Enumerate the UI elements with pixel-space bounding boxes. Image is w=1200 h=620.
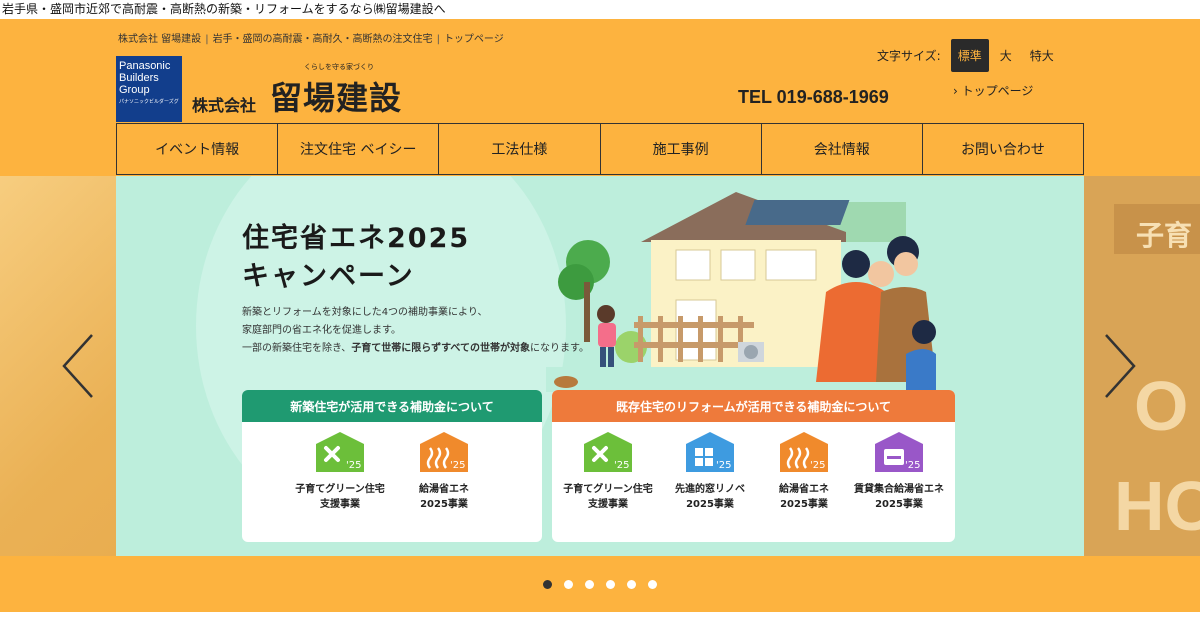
slider-dot-4[interactable] — [606, 580, 615, 589]
chevron-left-icon — [62, 334, 93, 398]
preview-text: O — [1134, 367, 1189, 445]
hot-water-house-icon: '25 — [780, 432, 828, 472]
description-line2: 家庭部門の省エネ化を促進します。 — [242, 325, 401, 336]
program-kosodate-green[interactable]: '25 子育てグリーン住宅 支援事業 — [294, 432, 386, 512]
font-size-standard-button[interactable]: 標準 — [950, 39, 989, 72]
slider-dot-1[interactable] — [543, 580, 552, 589]
company-tagline: くらしを守る家づくり — [304, 63, 374, 71]
site-tagline: 岩手県・盛岡市近郊で高耐震・高断熱の新築・リフォームをするなら㈱留場建設へ — [0, 0, 1200, 19]
program-caption-line1: 子育てグリーン住宅 — [295, 484, 385, 495]
phone-number[interactable]: TEL 019-688-1969 — [738, 87, 889, 108]
window-house-icon: '25 — [686, 432, 734, 472]
program-caption: 給湯省エネ 2025事業 — [398, 482, 490, 512]
program-kyuto-shoene[interactable]: '25 給湯省エネ 2025事業 — [398, 432, 490, 512]
top-page-link[interactable]: › トップページ — [953, 82, 1033, 99]
breadcrumb-item-company[interactable]: 株式会社 留場建設 — [118, 34, 201, 45]
program-chintai-kyuto[interactable]: '25 賃貸集合給湯省エネ 2025事業 — [853, 432, 945, 512]
breadcrumb-separator: | — [205, 34, 209, 45]
hot-water-house-icon: '25 — [420, 432, 468, 472]
program-caption-line1: 先進的窓リノベ — [675, 484, 745, 495]
reform-subsidy-card[interactable]: 既存住宅のリフォームが活用できる補助金について '25 子育てグリーン住宅 支援… — [552, 390, 955, 542]
slider-dot-3[interactable] — [585, 580, 594, 589]
company-prefix: 株式会社 — [192, 96, 257, 115]
preview-text: 子育 — [1136, 219, 1193, 252]
description-line3-bold: 子育て世帯に限らずすべての世帯が対象 — [351, 343, 531, 354]
logo-line: Group — [119, 84, 150, 96]
chevron-right-small-icon: › — [953, 84, 958, 98]
program-caption-line2: 支援事業 — [320, 499, 360, 510]
program-senshinteki-mado[interactable]: '25 先進的窓リノベ 2025事業 — [664, 432, 756, 512]
rental-unit-house-icon: '25 — [875, 432, 923, 472]
program-caption: 子育てグリーン住宅 支援事業 — [294, 482, 386, 512]
program-caption-line1: 賃貸集合給湯省エネ — [854, 484, 944, 495]
next-slide-button[interactable] — [1100, 331, 1140, 401]
panasonic-builders-logo[interactable]: Panasonic Builders Group パナソニックビルダーズグループ — [116, 56, 182, 122]
program-caption-line1: 給湯省エネ — [419, 484, 469, 495]
slider-dot-2[interactable] — [564, 580, 573, 589]
font-size-label: 文字サイズ: — [877, 49, 941, 63]
house-family-illustration — [546, 192, 936, 392]
font-size-xlarge-button[interactable]: 特大 — [1023, 39, 1061, 72]
nav-item-custom-homes[interactable]: 注文住宅 ベイシー — [278, 124, 440, 174]
campaign-slide[interactable]: 住宅省エネ2025 キャンペーン 新築とリフォームを対象にした4つの補助事業によ… — [116, 176, 1084, 556]
logo-line: Builders — [119, 72, 159, 84]
slider-dot-5[interactable] — [627, 580, 636, 589]
program-year: '25 — [450, 460, 465, 471]
breadcrumb-item-top[interactable]: トップページ — [444, 34, 504, 45]
crossed-leaves-house-icon: '25 — [316, 432, 364, 472]
program-kyuto-shoene[interactable]: '25 給湯省エネ 2025事業 — [758, 432, 850, 512]
program-caption: 子育てグリーン住宅 支援事業 — [562, 482, 654, 512]
preview-text: HO — [1114, 467, 1200, 545]
program-caption-line1: 子育てグリーン住宅 — [563, 484, 653, 495]
nav-item-contact[interactable]: お問い合わせ — [923, 124, 1083, 174]
program-caption-line2: 2025事業 — [780, 499, 828, 510]
program-kosodate-green[interactable]: '25 子育てグリーン住宅 支援事業 — [562, 432, 654, 512]
company-name: 留場建設 — [270, 79, 403, 117]
program-caption-line2: 2025事業 — [875, 499, 923, 510]
chevron-right-icon — [1105, 334, 1136, 398]
nav-item-company[interactable]: 会社情報 — [762, 124, 923, 174]
campaign-title-line1: 住宅省エネ2025 — [242, 223, 471, 254]
campaign-description: 新築とリフォームを対象にした4つの補助事業により、 家庭部門の省エネ化を促進しま… — [242, 304, 589, 358]
logo-line: Panasonic — [119, 60, 171, 72]
program-caption-line2: 2025事業 — [420, 499, 468, 510]
program-caption: 賃貸集合給湯省エネ 2025事業 — [853, 482, 945, 512]
program-year: '25 — [346, 460, 361, 471]
breadcrumb: 株式会社 留場建設 | 岩手・盛岡の高耐震・高耐久・高断熱の注文住宅 | トップページ — [118, 30, 504, 45]
program-caption: 給湯省エネ 2025事業 — [758, 482, 850, 512]
program-caption: 先進的窓リノベ 2025事業 — [664, 482, 756, 512]
program-caption-line1: 給湯省エネ — [779, 484, 829, 495]
program-caption-line2: 支援事業 — [588, 499, 628, 510]
reform-card-title: 既存住宅のリフォームが活用できる補助金について — [552, 390, 955, 422]
breadcrumb-separator: | — [436, 34, 440, 45]
nav-item-events[interactable]: イベント情報 — [117, 124, 279, 174]
campaign-title: 住宅省エネ2025 キャンペーン — [242, 220, 470, 296]
slider-pagination-area — [0, 556, 1200, 612]
hero-slider: 子育 O HO 住宅省エネ2025 キャンペーン 新築とリフォームを対象にした4… — [0, 176, 1200, 556]
new-build-subsidy-card[interactable]: 新築住宅が活用できる補助金について '25 子育てグリーン住宅 支援事業 '25 — [242, 390, 542, 542]
program-year: '25 — [716, 460, 731, 471]
campaign-title-line2: キャンペーン — [242, 261, 415, 292]
program-year: '25 — [614, 460, 629, 471]
breadcrumb-item-description[interactable]: 岩手・盛岡の高耐震・高耐久・高断熱の注文住宅 — [213, 34, 433, 45]
prev-slide-button[interactable] — [58, 331, 98, 401]
slider-dots — [543, 580, 669, 589]
font-size-switcher: 文字サイズ: 標準 大 特大 — [877, 39, 1061, 72]
description-line3-pre: 一部の新築住宅を除き、 — [242, 343, 352, 354]
program-caption-line2: 2025事業 — [686, 499, 734, 510]
crossed-leaves-house-icon: '25 — [584, 432, 632, 472]
program-year: '25 — [905, 460, 920, 471]
top-page-link-label: トップページ — [961, 84, 1034, 98]
description-line1: 新築とリフォームを対象にした4つの補助事業により、 — [242, 307, 488, 318]
main-nav: イベント情報 注文住宅 ベイシー 工法仕様 施工事例 会社情報 お問い合わせ — [116, 123, 1084, 175]
nav-item-construction[interactable]: 工法仕様 — [439, 124, 601, 174]
site-header: 株式会社 留場建設 | 岩手・盛岡の高耐震・高耐久・高断熱の注文住宅 | トップページ … — [0, 19, 1200, 176]
font-size-large-button[interactable]: 大 — [993, 39, 1019, 72]
program-year: '25 — [810, 460, 825, 471]
slider-dot-6[interactable] — [648, 580, 657, 589]
new-build-card-title: 新築住宅が活用できる補助金について — [242, 390, 542, 422]
logo-subline: パナソニックビルダーズグループ — [119, 99, 179, 105]
nav-item-works[interactable]: 施工事例 — [601, 124, 762, 174]
